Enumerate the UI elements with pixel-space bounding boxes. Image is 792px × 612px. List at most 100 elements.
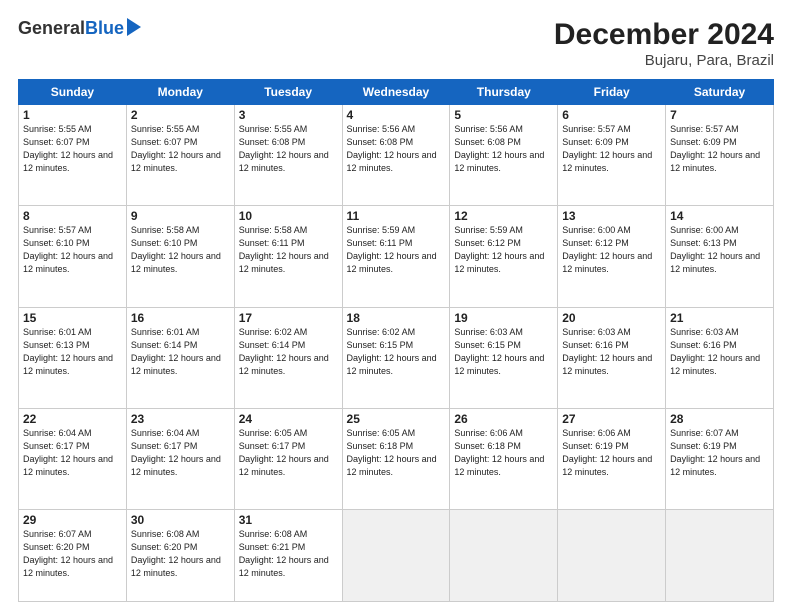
day-number: 13 [562,209,661,223]
day-info: Sunrise: 6:06 AMSunset: 6:19 PMDaylight:… [562,428,652,477]
day-info: Sunrise: 6:07 AMSunset: 6:19 PMDaylight:… [670,428,760,477]
calendar-day-cell: 29Sunrise: 6:07 AMSunset: 6:20 PMDayligh… [19,510,127,602]
day-info: Sunrise: 6:02 AMSunset: 6:15 PMDaylight:… [347,327,437,376]
calendar-day-cell: 18 Sunrise: 6:02 AMSunset: 6:15 PMDayligh… [342,307,450,408]
title-block: December 2024 Bujaru, Para, Brazil [554,18,774,69]
day-info: Sunrise: 5:55 AMSunset: 6:07 PMDaylight:… [131,124,221,173]
calendar-day-cell: 11 Sunrise: 5:59 AMSunset: 6:11 PMDayligh… [342,206,450,307]
day-number: 12 [454,209,553,223]
calendar-day-cell: 16 Sunrise: 6:01 AMSunset: 6:14 PMDayligh… [126,307,234,408]
calendar-day-cell: 21 Sunrise: 6:03 AMSunset: 6:16 PMDayligh… [666,307,774,408]
calendar-day-cell: 27Sunrise: 6:06 AMSunset: 6:19 PMDayligh… [558,408,666,509]
calendar-day-cell: 28 Sunrise: 6:07 AMSunset: 6:19 PMDayligh… [666,408,774,509]
day-number: 3 [239,108,338,122]
calendar-day-cell: 17 Sunrise: 6:02 AMSunset: 6:14 PMDayligh… [234,307,342,408]
day-number: 25 [347,412,446,426]
calendar-table: Sunday Monday Tuesday Wednesday Thursday… [18,79,774,602]
day-info: Sunrise: 6:03 AMSunset: 6:15 PMDaylight:… [454,327,544,376]
day-info: Sunrise: 6:04 AMSunset: 6:17 PMDaylight:… [131,428,221,477]
day-info: Sunrise: 5:57 AMSunset: 6:09 PMDaylight:… [670,124,760,173]
day-number: 8 [23,209,122,223]
page: General Blue December 2024 Bujaru, Para,… [0,0,792,612]
calendar-day-cell: 6Sunrise: 5:57 AMSunset: 6:09 PMDaylight… [558,105,666,206]
logo: General Blue [18,18,141,39]
day-info: Sunrise: 5:56 AMSunset: 6:08 PMDaylight:… [347,124,437,173]
day-info: Sunrise: 5:58 AMSunset: 6:10 PMDaylight:… [131,225,221,274]
calendar-week-row: 1Sunrise: 5:55 AMSunset: 6:07 PMDaylight… [19,105,774,206]
day-number: 31 [239,513,338,527]
logo-blue-text: Blue [85,18,124,39]
day-info: Sunrise: 6:03 AMSunset: 6:16 PMDaylight:… [670,327,760,376]
day-number: 17 [239,311,338,325]
calendar-day-cell: 19 Sunrise: 6:03 AMSunset: 6:15 PMDayligh… [450,307,558,408]
day-info: Sunrise: 6:06 AMSunset: 6:18 PMDaylight:… [454,428,544,477]
day-info: Sunrise: 6:08 AMSunset: 6:21 PMDaylight:… [239,529,329,578]
calendar-day-cell: 23Sunrise: 6:04 AMSunset: 6:17 PMDayligh… [126,408,234,509]
day-number: 2 [131,108,230,122]
header-thursday: Thursday [450,80,558,105]
calendar-day-cell: 12 Sunrise: 5:59 AMSunset: 6:12 PMDayligh… [450,206,558,307]
day-info: Sunrise: 6:00 AMSunset: 6:13 PMDaylight:… [670,225,760,274]
day-info: Sunrise: 5:55 AMSunset: 6:08 PMDaylight:… [239,124,329,173]
calendar-day-cell: 22Sunrise: 6:04 AMSunset: 6:17 PMDayligh… [19,408,127,509]
calendar-day-cell: 24 Sunrise: 6:05 AMSunset: 6:17 PMDayligh… [234,408,342,509]
day-header-row: Sunday Monday Tuesday Wednesday Thursday… [19,80,774,105]
day-number: 14 [670,209,769,223]
day-number: 15 [23,311,122,325]
header-tuesday: Tuesday [234,80,342,105]
calendar-day-cell [666,510,774,602]
calendar-day-cell: 9 Sunrise: 5:58 AMSunset: 6:10 PMDaylight… [126,206,234,307]
day-info: Sunrise: 6:02 AMSunset: 6:14 PMDaylight:… [239,327,329,376]
day-number: 24 [239,412,338,426]
header-friday: Friday [558,80,666,105]
logo-general-text: General [18,18,85,39]
day-number: 11 [347,209,446,223]
calendar-day-cell: 25 Sunrise: 6:05 AMSunset: 6:18 PMDayligh… [342,408,450,509]
header: General Blue December 2024 Bujaru, Para,… [18,18,774,69]
day-info: Sunrise: 6:04 AMSunset: 6:17 PMDaylight:… [23,428,113,477]
day-info: Sunrise: 6:05 AMSunset: 6:17 PMDaylight:… [239,428,329,477]
subtitle: Bujaru, Para, Brazil [554,52,774,69]
calendar-day-cell [558,510,666,602]
day-info: Sunrise: 6:07 AMSunset: 6:20 PMDaylight:… [23,529,113,578]
calendar-day-cell [342,510,450,602]
day-info: Sunrise: 6:05 AMSunset: 6:18 PMDaylight:… [347,428,437,477]
calendar-day-cell: 2 Sunrise: 5:55 AMSunset: 6:07 PMDaylight… [126,105,234,206]
calendar-day-cell: 3 Sunrise: 5:55 AMSunset: 6:08 PMDaylight… [234,105,342,206]
calendar-week-row: 29Sunrise: 6:07 AMSunset: 6:20 PMDayligh… [19,510,774,602]
day-info: Sunrise: 6:03 AMSunset: 6:16 PMDaylight:… [562,327,652,376]
day-info: Sunrise: 5:58 AMSunset: 6:11 PMDaylight:… [239,225,329,274]
day-info: Sunrise: 5:59 AMSunset: 6:12 PMDaylight:… [454,225,544,274]
day-info: Sunrise: 6:00 AMSunset: 6:12 PMDaylight:… [562,225,652,274]
day-info: Sunrise: 6:01 AMSunset: 6:13 PMDaylight:… [23,327,113,376]
day-number: 18 [347,311,446,325]
day-number: 28 [670,412,769,426]
calendar-week-row: 15 Sunrise: 6:01 AMSunset: 6:13 PMDayligh… [19,307,774,408]
calendar-day-cell: 13 Sunrise: 6:00 AMSunset: 6:12 PMDayligh… [558,206,666,307]
calendar-day-cell: 15 Sunrise: 6:01 AMSunset: 6:13 PMDayligh… [19,307,127,408]
calendar-day-cell: 1Sunrise: 5:55 AMSunset: 6:07 PMDaylight… [19,105,127,206]
calendar-day-cell: 10Sunrise: 5:58 AMSunset: 6:11 PMDayligh… [234,206,342,307]
day-info: Sunrise: 5:59 AMSunset: 6:11 PMDaylight:… [347,225,437,274]
calendar-day-cell [450,510,558,602]
main-title: December 2024 [554,18,774,52]
header-saturday: Saturday [666,80,774,105]
calendar-day-cell: 31 Sunrise: 6:08 AMSunset: 6:21 PMDayligh… [234,510,342,602]
day-info: Sunrise: 5:57 AMSunset: 6:09 PMDaylight:… [562,124,652,173]
calendar-day-cell: 7 Sunrise: 5:57 AMSunset: 6:09 PMDaylight… [666,105,774,206]
day-number: 9 [131,209,230,223]
logo-arrow-icon [127,18,141,36]
day-info: Sunrise: 5:57 AMSunset: 6:10 PMDaylight:… [23,225,113,274]
day-number: 16 [131,311,230,325]
header-wednesday: Wednesday [342,80,450,105]
calendar-day-cell: 26Sunrise: 6:06 AMSunset: 6:18 PMDayligh… [450,408,558,509]
day-number: 21 [670,311,769,325]
calendar-day-cell: 4Sunrise: 5:56 AMSunset: 6:08 PMDaylight… [342,105,450,206]
day-number: 19 [454,311,553,325]
day-info: Sunrise: 5:56 AMSunset: 6:08 PMDaylight:… [454,124,544,173]
day-info: Sunrise: 5:55 AMSunset: 6:07 PMDaylight:… [23,124,113,173]
calendar-week-row: 22Sunrise: 6:04 AMSunset: 6:17 PMDayligh… [19,408,774,509]
calendar-day-cell: 8 Sunrise: 5:57 AMSunset: 6:10 PMDaylight… [19,206,127,307]
day-info: Sunrise: 6:01 AMSunset: 6:14 PMDaylight:… [131,327,221,376]
day-number: 7 [670,108,769,122]
